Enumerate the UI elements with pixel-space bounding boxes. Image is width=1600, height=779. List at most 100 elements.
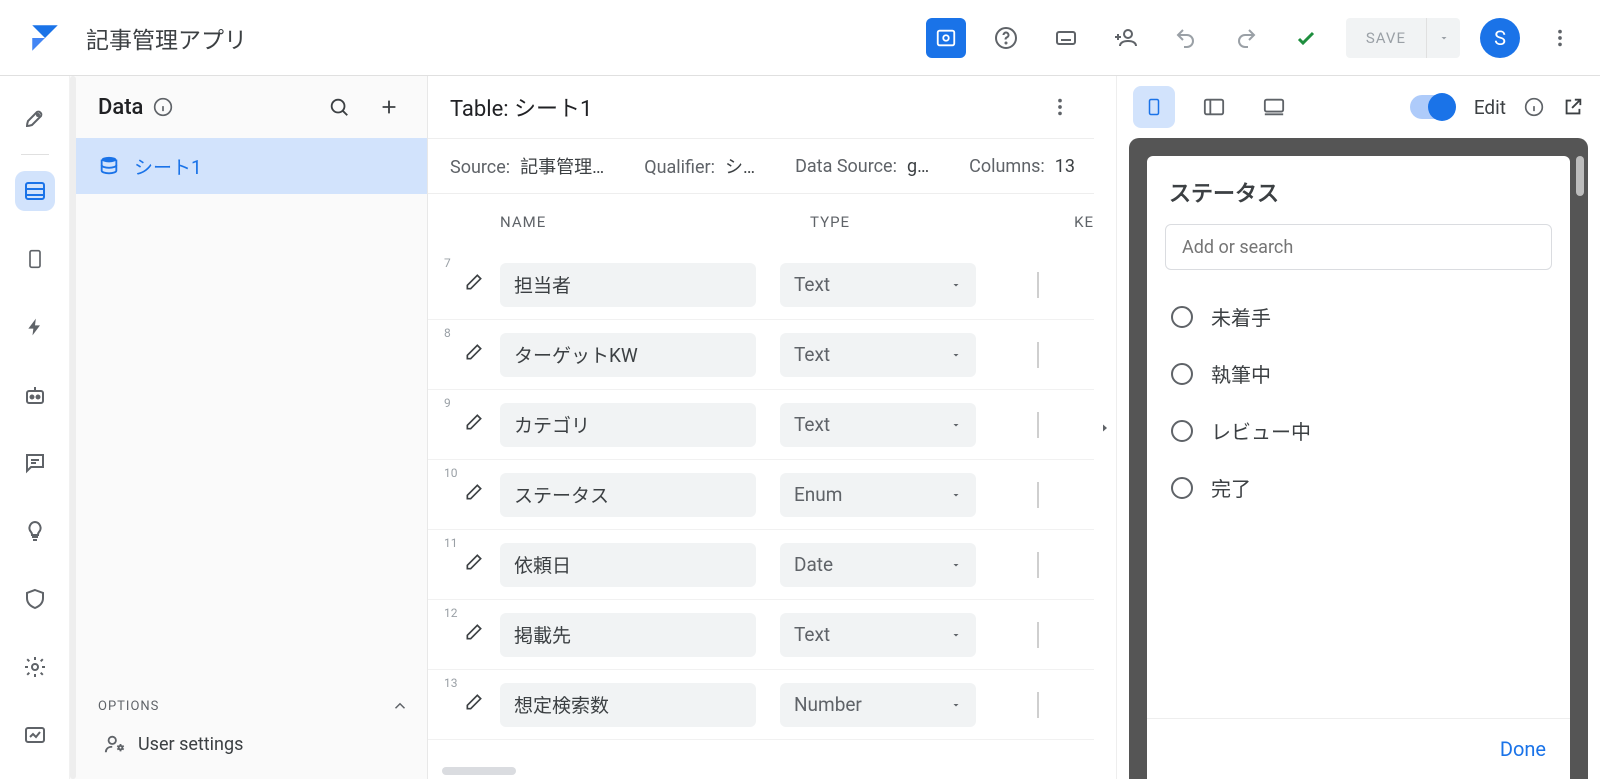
row-number: 12 — [444, 606, 458, 620]
status-option[interactable]: 未着手 — [1151, 288, 1566, 345]
key-cell — [1024, 552, 1054, 578]
status-search-input[interactable] — [1165, 224, 1552, 270]
edit-column-icon[interactable] — [464, 692, 484, 712]
options-label: OPTIONS — [98, 699, 159, 714]
status-option[interactable]: レビュー中 — [1151, 402, 1566, 459]
data-tab-icon[interactable] — [15, 171, 55, 211]
horizontal-scroll-thumb[interactable] — [442, 767, 516, 775]
bots-tab-icon[interactable] — [15, 375, 55, 415]
manage-tab-icon[interactable] — [15, 715, 55, 755]
column-row[interactable]: 8 Text — [428, 320, 1094, 390]
security-tab-icon[interactable] — [15, 579, 55, 619]
row-number: 10 — [444, 466, 458, 480]
column-editor: Table: シート1 Source: 記事管理… Qualifier: シ… … — [428, 76, 1094, 779]
preview-icon[interactable] — [926, 18, 966, 58]
key-cell — [1024, 482, 1054, 508]
column-row[interactable]: 9 Text — [428, 390, 1094, 460]
column-name-input[interactable] — [500, 543, 756, 587]
database-icon — [98, 155, 120, 177]
settings-tab-icon[interactable] — [15, 647, 55, 687]
column-type-select[interactable]: Text — [780, 403, 976, 447]
actions-tab-icon[interactable] — [15, 307, 55, 347]
collapse-options-icon[interactable] — [391, 697, 409, 715]
column-name-input[interactable] — [500, 263, 756, 307]
edit-toggle[interactable] — [1410, 95, 1454, 119]
column-row[interactable]: 12 Text — [428, 600, 1094, 670]
column-type-select[interactable]: Number — [780, 683, 976, 727]
edit-column-icon[interactable] — [464, 342, 484, 362]
undo-icon[interactable] — [1166, 18, 1206, 58]
column-row[interactable]: 11 Date — [428, 530, 1094, 600]
views-tab-icon[interactable] — [15, 239, 55, 279]
column-type-select[interactable]: Text — [780, 263, 976, 307]
column-row[interactable]: 10 Enum — [428, 460, 1094, 530]
column-name-input[interactable] — [500, 333, 756, 377]
device-desktop-icon[interactable] — [1253, 86, 1295, 128]
column-name-input[interactable] — [500, 613, 756, 657]
edit-column-icon[interactable] — [464, 412, 484, 432]
save-caret-icon[interactable] — [1426, 18, 1460, 58]
appsheet-logo-icon — [28, 21, 62, 55]
preview-panel: Edit ステータス 未着手執筆中レビュー中完了 Done — [1116, 76, 1600, 779]
check-icon[interactable] — [1286, 18, 1326, 58]
idea-tab-icon[interactable] — [15, 511, 55, 551]
help-icon[interactable] — [986, 18, 1026, 58]
key-cell — [1024, 692, 1054, 718]
column-type-select[interactable]: Text — [780, 333, 976, 377]
keyboard-icon[interactable] — [1046, 18, 1086, 58]
column-name-input[interactable] — [500, 473, 756, 517]
redo-icon[interactable] — [1226, 18, 1266, 58]
key-cell — [1024, 412, 1054, 438]
column-row[interactable]: 13 Number — [428, 670, 1094, 740]
info-icon[interactable] — [153, 97, 173, 117]
status-options-list: 未着手執筆中レビュー中完了 — [1147, 276, 1570, 528]
chat-tab-icon[interactable] — [15, 443, 55, 483]
save-button[interactable]: SAVE — [1346, 18, 1460, 58]
app-title: 記事管理アプリ — [86, 21, 247, 55]
table-item-sheet1[interactable]: シート1 — [70, 138, 427, 194]
share-add-user-icon[interactable] — [1106, 18, 1146, 58]
column-head-row: NAME TYPE KE — [428, 194, 1094, 250]
radio-icon — [1171, 477, 1193, 499]
avatar[interactable]: S — [1480, 18, 1520, 58]
device-phone-icon[interactable] — [1133, 86, 1175, 128]
edit-column-icon[interactable] — [464, 622, 484, 642]
expand-preview-icon[interactable] — [1094, 76, 1116, 779]
radio-icon — [1171, 306, 1193, 328]
device-tablet-icon[interactable] — [1193, 86, 1235, 128]
table-meta-row: Source: 記事管理… Qualifier: シ… Data Source:… — [428, 138, 1094, 194]
edit-column-icon[interactable] — [464, 552, 484, 572]
open-in-new-icon[interactable] — [1562, 96, 1584, 118]
table-more-icon[interactable] — [1040, 87, 1080, 127]
column-name-input[interactable] — [500, 683, 756, 727]
done-button[interactable]: Done — [1147, 718, 1570, 779]
rocket-icon[interactable] — [15, 98, 55, 138]
user-settings-icon — [104, 733, 126, 755]
row-number: 8 — [444, 326, 451, 340]
column-rows[interactable]: 7 Text 8 Text 9 Text — [428, 250, 1094, 779]
status-option[interactable]: 完了 — [1151, 459, 1566, 516]
edit-column-icon[interactable] — [464, 272, 484, 292]
device-frame: ステータス 未着手執筆中レビュー中完了 Done — [1129, 138, 1588, 779]
column-type-select[interactable]: Enum — [780, 473, 976, 517]
row-number: 9 — [444, 396, 451, 410]
left-rail — [0, 76, 70, 779]
edit-toggle-label: Edit — [1474, 96, 1506, 119]
radio-icon — [1171, 363, 1193, 385]
key-cell — [1024, 342, 1054, 368]
row-number: 7 — [444, 256, 451, 270]
status-option[interactable]: 執筆中 — [1151, 345, 1566, 402]
column-type-select[interactable]: Text — [780, 613, 976, 657]
column-type-select[interactable]: Date — [780, 543, 976, 587]
edit-column-icon[interactable] — [464, 482, 484, 502]
more-vert-icon[interactable] — [1540, 18, 1580, 58]
column-name-input[interactable] — [500, 403, 756, 447]
row-number: 13 — [444, 676, 458, 690]
add-table-icon[interactable] — [369, 87, 409, 127]
edit-info-icon[interactable] — [1524, 97, 1544, 117]
side-scrollbar[interactable] — [70, 76, 76, 779]
user-settings-button[interactable]: User settings — [98, 733, 409, 755]
search-icon[interactable] — [319, 87, 359, 127]
column-row[interactable]: 7 Text — [428, 250, 1094, 320]
preview-scrollbar[interactable] — [1576, 156, 1584, 196]
